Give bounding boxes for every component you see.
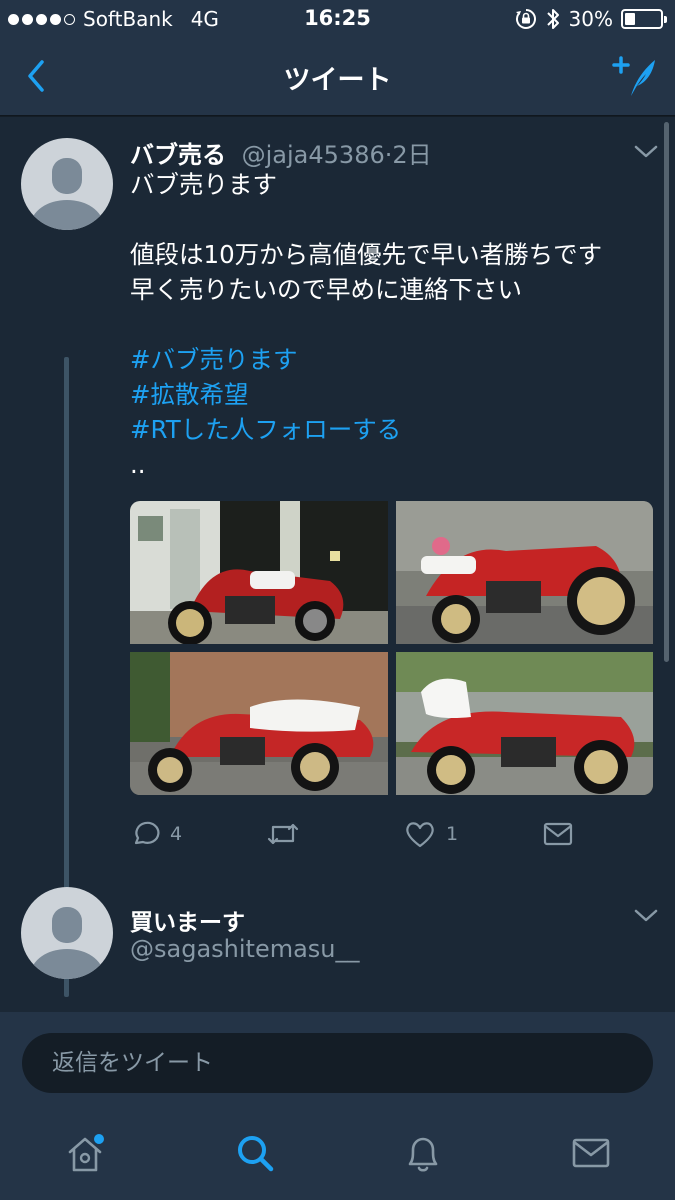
retweet-icon — [267, 823, 299, 845]
messages-icon[interactable] — [568, 1130, 614, 1176]
tweet-author-name[interactable]: バブ売る — [130, 141, 226, 169]
tab-bar — [0, 1112, 675, 1200]
reply-count: 4 — [170, 823, 183, 845]
media-photo[interactable] — [396, 652, 653, 795]
scrollbar[interactable] — [664, 122, 669, 662]
status-bar: SoftBank 4G 16:25 30% — [0, 0, 675, 40]
chevron-down-icon[interactable] — [633, 908, 659, 924]
reply-author-name[interactable]: 買いまーす — [130, 903, 245, 937]
hashtag-link[interactable]: #バブ売ります — [130, 342, 650, 377]
media-photo[interactable] — [130, 501, 388, 644]
compose-tweet-icon[interactable] — [611, 52, 659, 100]
tweet-time: 2日 — [392, 141, 432, 169]
tweet-actions: 4 1 — [130, 817, 650, 851]
chevron-down-icon[interactable] — [633, 144, 659, 160]
orientation-lock-icon — [515, 9, 536, 29]
retweet-button[interactable] — [266, 817, 310, 851]
tweet-author-handle[interactable]: @jaja45386 — [242, 141, 385, 169]
nav-bar: ツイート — [0, 40, 675, 116]
tweet-line — [130, 307, 650, 342]
avatar[interactable] — [21, 887, 113, 979]
reply-icon — [134, 821, 160, 845]
reply-input[interactable]: 返信をツイート — [22, 1033, 653, 1093]
status-right: 30% — [515, 7, 667, 31]
hashtag-link[interactable]: #拡散希望 — [130, 377, 650, 412]
like-count: 1 — [446, 823, 459, 845]
hashtag-link[interactable]: #RTした人フォローする — [130, 412, 650, 447]
avatar[interactable] — [21, 138, 113, 230]
tweet-line: 早く売りたいので早めに連絡下さい — [130, 275, 522, 304]
search-icon[interactable] — [232, 1130, 278, 1176]
media-photo[interactable] — [396, 501, 653, 644]
heart-icon — [406, 822, 434, 848]
reply-bar: 返信をツイート — [0, 1012, 675, 1112]
tweet-header: バブ売る @jaja45386·2日 — [130, 135, 432, 170]
tweet-text: バブ売ります 値段は10万から高値優先で早い者勝ちです 早く売りたいので早めに連… — [130, 167, 650, 482]
tweet-detail: バブ売る @jaja45386·2日 バブ売ります 値段は10万から高値優先で早… — [0, 117, 675, 1012]
battery-fill — [625, 13, 635, 25]
tweet-line — [130, 202, 650, 237]
tweet-line: バブ売ります — [130, 170, 277, 199]
media-photo[interactable] — [130, 652, 388, 795]
bluetooth-icon — [546, 9, 559, 29]
battery-percent: 30% — [568, 7, 613, 31]
battery-icon — [621, 9, 667, 29]
envelope-icon — [543, 822, 573, 846]
notifications-icon[interactable] — [400, 1130, 446, 1176]
home-icon[interactable] — [62, 1130, 108, 1176]
tweet-line: .. — [130, 450, 146, 479]
tweet-line: 値段は10万から高値優先で早い者勝ちです — [130, 240, 603, 269]
reply-author-handle[interactable]: @sagashitemasu__ — [130, 935, 360, 963]
direct-message-button[interactable] — [542, 817, 574, 851]
reply-button[interactable]: 4 — [130, 817, 182, 851]
like-button[interactable]: 1 — [404, 817, 458, 851]
page-title: ツイート — [283, 65, 392, 96]
tweet-media-grid — [130, 501, 653, 795]
